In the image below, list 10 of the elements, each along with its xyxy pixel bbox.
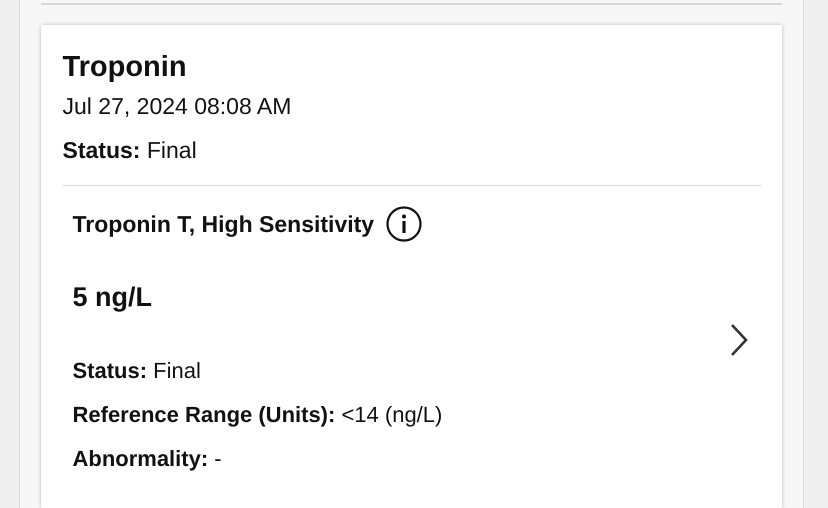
test-name: Troponin T, High Sensitivity	[72, 210, 374, 239]
chevron-right-icon[interactable]	[728, 322, 748, 356]
result-status: Status: Final	[62, 136, 198, 165]
test-detail: Reference Range (Units): <14 (ng/L)	[72, 401, 444, 429]
info-icon[interactable]	[386, 206, 422, 242]
test-detail: Status: Final	[72, 357, 202, 385]
result-date: Jul 27, 2024 08:08 AM	[62, 92, 292, 121]
test-detail: Abnormality: -	[72, 445, 223, 473]
result-title: Troponin	[62, 50, 188, 85]
test-value: 5 ng/L	[72, 281, 153, 314]
